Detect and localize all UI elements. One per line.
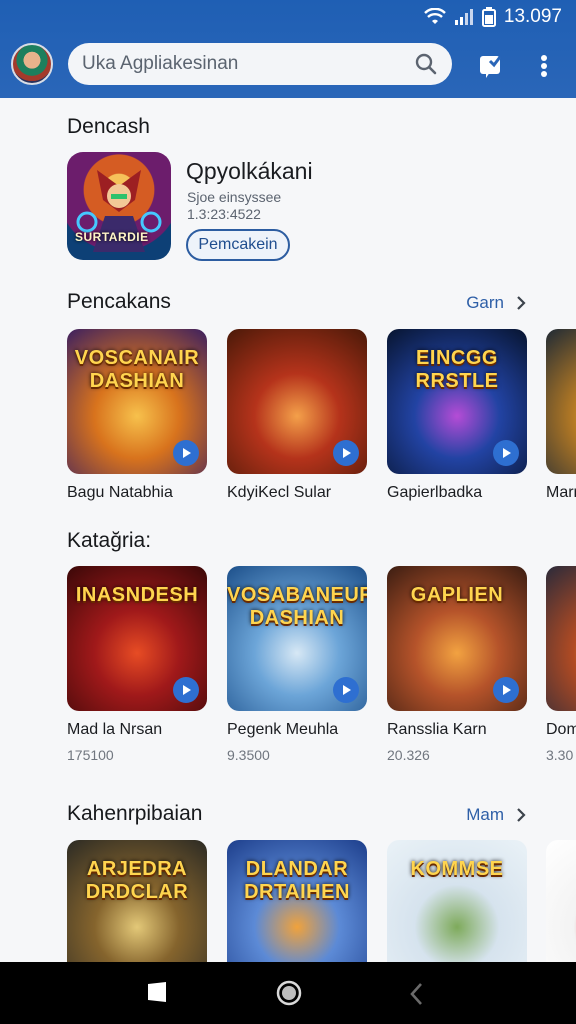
- app-card-meta: 3.30: [546, 747, 574, 763]
- app-card-name: Mad la Nrsan: [67, 721, 163, 738]
- app-card-art-text: SU: [546, 584, 576, 607]
- app-card-art-text: DLANDAR DRTAIHEN: [244, 858, 350, 903]
- status-bar: 13.097: [424, 4, 562, 30]
- app-card-name: Pegenk Meuhla: [227, 721, 339, 738]
- system-nav-bar: [0, 962, 576, 1024]
- avatar[interactable]: [11, 43, 53, 85]
- featured-icon-text: SURTARDIE: [75, 230, 149, 244]
- featured-app-subtitle: Sjoe einsyssee: [187, 189, 282, 205]
- app-card-name: Dom: [546, 721, 576, 738]
- app-card[interactable]: INASNDESH Mad la Nrsan 175100: [67, 566, 207, 763]
- app-card-name: KdyiKecl Sular: [227, 484, 332, 501]
- search-bar[interactable]: Uka Agpliakesinan: [68, 43, 452, 85]
- app-card-art-text: VOSABANEUR DASHIAN: [227, 584, 367, 629]
- app-bar: Uka Agpliakesinan: [0, 34, 576, 94]
- home-icon[interactable]: [275, 979, 303, 1007]
- section3-row: ARJEDRA DRDCLAR DLANDAR DRTAIHEN KOMMSE: [0, 840, 576, 962]
- featured-app-name[interactable]: Qpyolkákani: [186, 158, 313, 185]
- chevron-right-icon: [517, 808, 526, 822]
- play-icon[interactable]: [493, 440, 519, 466]
- app-card[interactable]: GAPLIEN Ransslia Karn 20.326: [387, 566, 527, 763]
- app-card-artwork[interactable]: DLANDAR DRTAIHEN: [227, 840, 367, 962]
- app-card-artwork[interactable]: SU: [546, 566, 576, 711]
- featured-section-title: Dencash: [67, 115, 150, 138]
- app-card-name: Marr: [546, 484, 576, 501]
- battery-icon: [481, 7, 496, 27]
- featured-app-version: 1.3:23:4522: [187, 206, 261, 222]
- app-card-artwork[interactable]: VOSCANAIR DASHIAN: [67, 329, 207, 474]
- app-card-art-text: VOSCANAIR DASHIAN: [74, 347, 200, 392]
- app-card[interactable]: KdyiKecl Sular: [227, 329, 367, 502]
- app-card-name: Ransslia Karn: [387, 721, 487, 738]
- app-card-artwork[interactable]: GAPLIEN: [387, 566, 527, 711]
- app-card-art-text: KOMMSE: [410, 858, 504, 880]
- featured-app-icon[interactable]: SURTARDIE: [67, 152, 171, 260]
- install-button[interactable]: Pemcakein: [186, 229, 290, 261]
- play-icon[interactable]: [173, 440, 199, 466]
- app-card-artwork[interactable]: [227, 329, 367, 474]
- app-card-art-text: ARJEDRA DRDCLAR: [85, 858, 189, 903]
- app-card-art-text: INASNDESH: [75, 584, 199, 606]
- app-card-artwork[interactable]: DNI: [546, 329, 576, 474]
- top-app-bar: 13.097 Uka Agpliakesinan: [0, 0, 576, 98]
- app-card[interactable]: DNI Marr: [546, 329, 576, 502]
- app-card[interactable]: KOMMSE: [387, 840, 527, 962]
- wifi-icon: [424, 8, 446, 24]
- app-card[interactable]: VOSABANEUR DASHIAN Pegenk Meuhla 9.3500: [227, 566, 367, 763]
- chevron-right-icon: [517, 296, 526, 310]
- app-card-artwork[interactable]: KOMMSE: [387, 840, 527, 962]
- status-time: 13.097: [503, 6, 562, 27]
- signal-icon: [454, 9, 473, 25]
- app-card-artwork[interactable]: [546, 840, 576, 962]
- app-card-artwork[interactable]: ARJEDRA DRDCLAR: [67, 840, 207, 962]
- section2-title: Katağria:: [67, 529, 152, 552]
- section1-see-all-label: Garn: [466, 293, 504, 312]
- section3-see-all-label: Mam: [466, 805, 504, 824]
- app-card-meta: 9.3500: [227, 747, 270, 763]
- app-card-meta: 175100: [67, 747, 114, 763]
- app-card-name: Bagu Natabhia: [67, 484, 173, 501]
- app-card-name: Gapierlbadka: [387, 484, 483, 501]
- app-card-art-text: DNI: [546, 347, 576, 370]
- search-input[interactable]: Uka Agpliakesinan: [82, 53, 414, 75]
- app-card-meta: 20.326: [387, 747, 430, 763]
- app-card[interactable]: DLANDAR DRTAIHEN: [227, 840, 367, 962]
- section1-title: Pencakans: [67, 290, 171, 313]
- library-icon[interactable]: [476, 51, 506, 81]
- section2-row: INASNDESH Mad la Nrsan 175100 VOSABANEUR DA…: [0, 566, 576, 766]
- app-card[interactable]: ARJEDRA DRDCLAR: [67, 840, 207, 962]
- app-card[interactable]: EINCGG RRSTLE Gapierlbadka: [387, 329, 527, 502]
- search-icon[interactable]: [414, 52, 438, 76]
- back-icon[interactable]: [408, 982, 424, 1006]
- app-card-artwork[interactable]: EINCGG RRSTLE: [387, 329, 527, 474]
- play-icon[interactable]: [173, 677, 199, 703]
- app-card[interactable]: [546, 840, 576, 962]
- app-card-art-text: EINCGG RRSTLE: [415, 347, 499, 392]
- section1-see-all-link[interactable]: Garn: [466, 293, 526, 313]
- app-card-artwork[interactable]: INASNDESH: [67, 566, 207, 711]
- section3-title: Kahenrpibaian: [67, 802, 203, 825]
- section3-see-all-link[interactable]: Mam: [466, 805, 526, 825]
- recent-apps-icon[interactable]: [146, 980, 168, 1004]
- play-icon[interactable]: [333, 440, 359, 466]
- play-icon[interactable]: [333, 677, 359, 703]
- app-card-artwork[interactable]: VOSABANEUR DASHIAN: [227, 566, 367, 711]
- section1-row: VOSCANAIR DASHIAN Bagu Natabhia KdyiKecl S…: [0, 329, 576, 529]
- app-card[interactable]: VOSCANAIR DASHIAN Bagu Natabhia: [67, 329, 207, 502]
- app-card-art-text: GAPLIEN: [410, 584, 504, 606]
- play-icon[interactable]: [493, 677, 519, 703]
- more-menu-icon[interactable]: [529, 51, 559, 81]
- app-card[interactable]: SU Dom 3.30: [546, 566, 576, 763]
